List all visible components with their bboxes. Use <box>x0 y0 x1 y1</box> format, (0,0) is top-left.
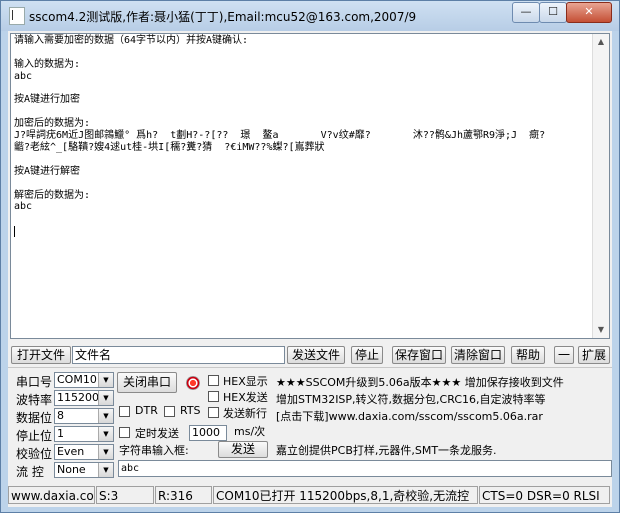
stopbits-value: 1 <box>57 427 64 440</box>
open-file-button[interactable]: 打开文件 <box>11 346 71 364</box>
download-link[interactable]: [点击下载]www.daxia.com/sscom/sscom5.06a.rar <box>276 408 543 424</box>
status-line-signals: CTS=0 DSR=0 RLSI <box>479 486 610 504</box>
rts-checkbox[interactable] <box>164 406 175 417</box>
text-cursor <box>14 226 15 237</box>
client-area: 请输入需要加密的数据（64字节以内）并按A键确认: 输入的数据为: abc 按A键进行… <box>8 31 612 507</box>
timed-send-checkbox[interactable] <box>119 427 130 438</box>
info-line-4: 嘉立创提供PCB打样,元器件,SMT一条龙服务. <box>276 444 497 457</box>
receive-line: 解密后的数据为: <box>14 189 91 201</box>
port-value: COM10 <box>57 373 97 386</box>
baud-value: 115200 <box>57 391 99 404</box>
dropdown-arrow-icon[interactable]: ▼ <box>98 427 113 441</box>
receive-line <box>14 106 594 118</box>
receive-line: J?哻詞疣6M近J图邮鶎鱲° 爲h? t劃H?-?[?? 璟 鳌a V?v纹#靡… <box>14 130 546 142</box>
receive-line: 输入的数据为: <box>14 58 81 70</box>
stopbits-label: 停止位 <box>16 429 53 443</box>
input-label: 字符串输入框: <box>119 444 189 457</box>
close-port-button[interactable]: 关闭串口 <box>117 372 177 393</box>
status-bar: www.daxia.cor S:3 R:316 COM10已打开 115200b… <box>8 484 612 505</box>
status-url[interactable]: www.daxia.cor <box>8 486 95 504</box>
title-bar[interactable]: sscom4.2测试版,作者:聂小猛(丁丁),Email:mcu52@163.c… <box>1 1 619 31</box>
collapse-button[interactable]: 一 <box>554 346 574 364</box>
receive-line: abc <box>14 201 33 213</box>
receive-line <box>14 47 594 59</box>
status-sent-count: S:3 <box>96 486 154 504</box>
interval-input[interactable]: 1000 <box>189 425 227 441</box>
receive-line: 按A键进行加密 <box>14 94 81 106</box>
receive-area[interactable]: 请输入需要加密的数据（64字节以内）并按A键确认: 输入的数据为: abc 按A键进行… <box>10 33 610 339</box>
receive-line: abc <box>14 70 33 82</box>
info-line-1: ★★★SSCOM升级到5.06a版本★★★ 增加保存接收到文件 <box>276 376 564 389</box>
receive-line: 加密后的数据为: <box>14 118 91 130</box>
send-newline-checkbox[interactable] <box>208 407 219 418</box>
send-file-button[interactable]: 发送文件 <box>287 346 345 364</box>
receive-text: 请输入需要加密的数据（64字节以内）并按A键确认: 输入的数据为: abc 按A键进行… <box>14 35 594 213</box>
interval-unit-label: ms/次 <box>234 425 266 438</box>
hex-send-checkbox[interactable] <box>208 391 219 402</box>
port-status-led-icon <box>186 376 200 390</box>
hex-send-label: HEX发送 <box>223 391 268 404</box>
close-button[interactable]: ✕ <box>566 2 612 23</box>
port-label: 串口号 <box>16 375 53 389</box>
port-select[interactable]: COM10 ▼ <box>54 372 114 388</box>
flow-select[interactable]: None ▼ <box>54 462 114 478</box>
dtr-checkbox[interactable] <box>119 406 130 417</box>
databits-label: 数据位 <box>16 411 53 425</box>
flow-value: None <box>57 463 86 476</box>
send-button[interactable]: 发送 <box>218 441 268 458</box>
vertical-scrollbar[interactable]: ▲ ▼ <box>592 34 609 338</box>
receive-line <box>14 83 594 95</box>
info-line-2: 增加STM32ISP,转义符,数据分包,CRC16,自定波特率等 <box>276 393 546 406</box>
hex-display-checkbox[interactable] <box>208 375 219 386</box>
parity-label: 校验位 <box>16 447 53 461</box>
divider <box>8 367 612 368</box>
app-window: sscom4.2测试版,作者:聂小猛(丁丁),Email:mcu52@163.c… <box>0 0 620 513</box>
clear-window-button[interactable]: 清除窗口 <box>451 346 505 364</box>
rts-label: RTS <box>180 404 201 417</box>
send-newline-label: 发送新行 <box>223 407 267 420</box>
receive-line: 龤?老絃^_[駱鞼?嫂4逑ut桂-垬I[穤?糞?猜 ?€iMW??%蟍?[嶌葬狀 <box>14 142 325 154</box>
hex-display-label: HEX显示 <box>223 375 268 388</box>
receive-line: 请输入需要加密的数据（64字节以内）并按A键确认: <box>14 35 249 46</box>
filename-input[interactable]: 文件名 <box>72 346 285 364</box>
window-title: sscom4.2测试版,作者:聂小猛(丁丁),Email:mcu52@163.c… <box>29 10 417 24</box>
status-port-state: COM10已打开 115200bps,8,1,奇校验,无流控 <box>213 486 478 504</box>
dtr-label: DTR <box>135 404 158 417</box>
app-icon <box>9 7 25 25</box>
scroll-up-icon[interactable]: ▲ <box>593 34 609 50</box>
send-text-input[interactable]: abc <box>118 460 612 477</box>
minimize-button[interactable]: — <box>512 2 540 23</box>
dropdown-arrow-icon[interactable]: ▼ <box>98 373 113 387</box>
parity-select[interactable]: Even ▼ <box>54 444 114 460</box>
stopbits-select[interactable]: 1 ▼ <box>54 426 114 442</box>
status-received-count: R:316 <box>155 486 212 504</box>
parity-value: Even <box>57 445 85 458</box>
help-button[interactable]: 帮助 <box>511 346 545 364</box>
receive-line: 按A键进行解密 <box>14 165 81 177</box>
databits-value: 8 <box>57 409 64 422</box>
stop-button[interactable]: 停止 <box>351 346 383 364</box>
maximize-button[interactable]: ☐ <box>539 2 567 23</box>
baud-label: 波特率 <box>16 393 53 407</box>
databits-select[interactable]: 8 ▼ <box>54 408 114 424</box>
save-window-button[interactable]: 保存窗口 <box>392 346 446 364</box>
scroll-down-icon[interactable]: ▼ <box>593 322 609 338</box>
baud-select[interactable]: 115200 ▼ <box>54 390 114 406</box>
dropdown-arrow-icon[interactable]: ▼ <box>98 409 113 423</box>
timed-send-label: 定时发送 <box>135 427 179 440</box>
receive-line <box>14 178 594 190</box>
dropdown-arrow-icon[interactable]: ▼ <box>98 463 113 477</box>
flow-label: 流 控 <box>16 465 44 479</box>
expand-button[interactable]: 扩展 <box>578 346 610 364</box>
dropdown-arrow-icon[interactable]: ▼ <box>98 445 113 459</box>
receive-line <box>14 154 594 166</box>
dropdown-arrow-icon[interactable]: ▼ <box>98 391 113 405</box>
